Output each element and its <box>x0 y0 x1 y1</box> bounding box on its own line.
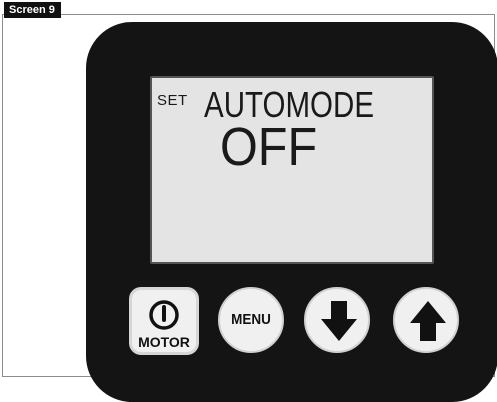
down-button[interactable] <box>304 287 370 353</box>
lcd-display: SET AUTOMODE OFF <box>150 76 434 264</box>
screen-label: Screen 9 <box>4 2 61 18</box>
arrow-up-icon <box>410 301 446 341</box>
up-button[interactable] <box>393 287 459 353</box>
menu-button[interactable]: MENU <box>218 287 284 353</box>
menu-button-label: MENU <box>231 311 271 328</box>
motor-button-label: MOTOR <box>138 334 190 350</box>
power-icon <box>149 300 179 330</box>
display-prefix: SET <box>157 92 188 109</box>
motor-button[interactable]: MOTOR <box>129 287 199 355</box>
display-value: OFF <box>220 117 318 177</box>
arrow-down-icon <box>321 301 357 341</box>
